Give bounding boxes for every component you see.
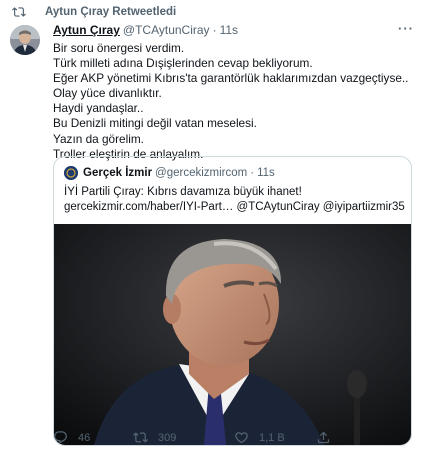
retweet-button[interactable]: 309 [133,430,176,445]
retweet-header[interactable]: Aytun Çıray Retweetledi [10,4,176,20]
tweet-line: Bu Denizli mitingi değil vatan meselesi. [53,116,257,131]
avatar[interactable] [10,25,40,55]
quote-time: 11s [257,167,275,179]
share-button[interactable] [316,430,341,445]
tweet-line: Bir soru önergesi verdim. [53,41,185,55]
quote-headline: İYİ Partili Çıray: Kıbrıs davamıza büyük… [64,186,302,198]
quote-avatar[interactable] [64,166,78,180]
share-icon [317,431,330,444]
tweet-line: Türk milleti adına Dışişlerinden cevap b… [53,56,313,71]
author-handle[interactable]: @TCAytunCiray [123,23,210,37]
quote-header: Gerçek İzmir @gercekizmircom · 11s [64,166,275,180]
author-name[interactable]: Aytun Çıray [53,23,120,37]
tweet-line: Yazın da görelim. [53,131,144,146]
reply-count: 46 [78,431,91,444]
retweet-label: Aytun Çıray Retweetledi [45,6,177,18]
reply-button[interactable]: 46 [53,430,90,445]
like-count: 1,1 B [259,431,285,444]
separator-dot: · [212,23,217,37]
tweet-header: Aytun Çıray @TCAytunCiray · 11s [53,23,238,37]
heart-icon [235,432,248,444]
quoted-tweet[interactable]: Gerçek İzmir @gercekizmircom · 11s İYİ Part… [53,156,412,446]
tweet-line: Olay yüce divanlıktır. [53,86,162,101]
like-button[interactable]: 1,1 B [234,430,285,445]
retweet-icon [12,7,26,17]
quote-link-line: gercekizmir.com/haber/IYI-Part… @TCAytun… [64,201,405,213]
tweet-line: Haydi yandaşlar.. [53,101,144,116]
tweet-body: Bir soru önergesi verdim. Türk milleti a… [53,41,413,162]
retweet-icon [133,432,148,443]
reply-icon [54,431,67,444]
tweet-actions: 46 309 1,1 B [53,426,413,450]
tweet-line: Eğer AKP yönetimi Kıbrıs'ta garantörlük … [53,71,409,86]
tweet-time[interactable]: 11s [220,23,238,37]
more-options-icon[interactable]: ··· [398,21,414,36]
separator-dot: · [250,167,255,179]
quote-author-name: Gerçek İzmir [83,167,153,179]
retweet-count: 309 [158,431,177,444]
quote-photo[interactable] [54,224,411,445]
quote-author-handle: @gercekizmircom [155,167,248,179]
quote-text: İYİ Partili Çıray: Kıbrıs davamıza büyük… [64,185,405,215]
